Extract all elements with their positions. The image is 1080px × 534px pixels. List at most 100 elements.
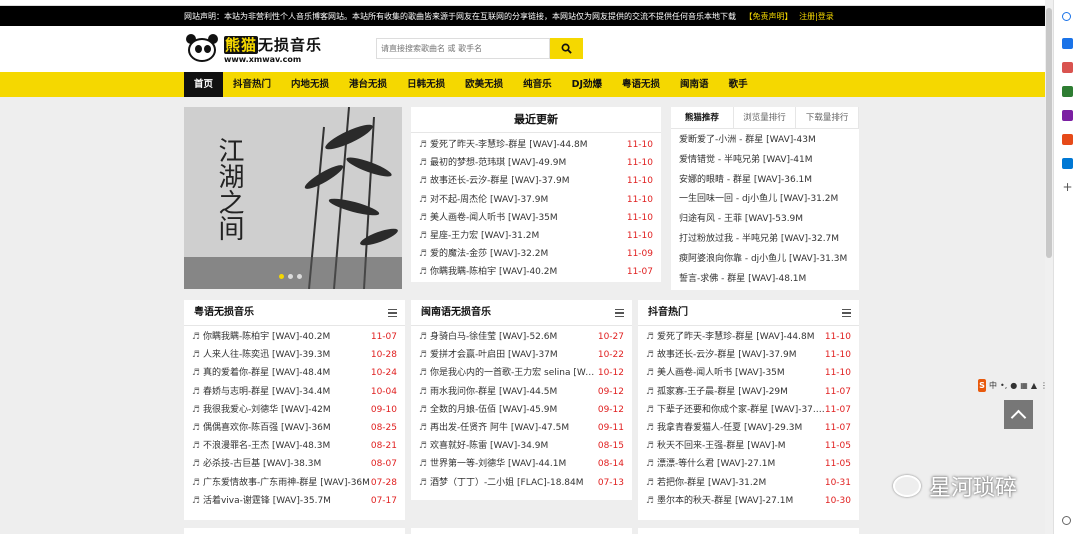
list-item[interactable]: 你是我心内的一首歌-王力宏 selina [WAV]-28M10-12 xyxy=(411,364,632,382)
list-item[interactable]: 孤家寡-王子晨-群星 [WAV]-29M 11-07 xyxy=(638,383,859,401)
list-item[interactable]: 誓言-求佛 - 群星 [WAV]-48.1M xyxy=(671,270,859,290)
carousel[interactable]: 江湖之间 xyxy=(184,107,402,289)
song-title[interactable]: 墨尔本的秋天-群星 [WAV]-27.1M xyxy=(646,492,793,510)
song-title[interactable]: 爱死了昨天-李慧珍-群星 [WAV]-44.8M xyxy=(646,328,815,346)
add-icon[interactable]: + xyxy=(1062,181,1073,193)
nav-item[interactable]: 港台无损 xyxy=(339,72,397,97)
list-item[interactable]: 爱死了昨天-李慧珍-群星 [WAV]-44.8M 11-10 xyxy=(411,136,661,154)
song-title[interactable]: 最初的梦想-范玮琪 [WAV]-49.9M xyxy=(419,154,566,172)
list-item[interactable]: 美人画卷-闻人听书 [WAV]-35M 11-10 xyxy=(638,364,859,382)
list-item[interactable]: 世界第一等-刘德华 [WAV]-44.1M 08-14 xyxy=(411,455,632,473)
list-item[interactable]: 对不起-周杰伦 [WAV]-37.9M 11-10 xyxy=(411,191,661,209)
skin-icon[interactable]: ▲ xyxy=(1031,381,1037,390)
song-title[interactable]: 全数的月娘-伍佰 [WAV]-45.9M xyxy=(419,401,557,419)
nav-item[interactable]: 纯音乐 xyxy=(513,72,562,97)
list-item[interactable]: 美人画卷-闻人听书 [WAV]-35M 11-10 xyxy=(411,209,661,227)
song-title[interactable]: 你是我心内的一首歌-王力宏 selina [WAV]-28M xyxy=(419,364,598,382)
list-item[interactable]: 我拿青春爱猫人-任夏 [WAV]-29.3M 11-07 xyxy=(638,419,859,437)
games-icon[interactable] xyxy=(1062,86,1073,97)
outlook-icon[interactable] xyxy=(1062,158,1073,169)
song-title[interactable]: 不浪漫罪名-王杰 [WAV]-48.3M xyxy=(192,437,330,455)
list-item[interactable]: 身骑白马-徐佳莹 [WAV]-52.6M 10-27 xyxy=(411,328,632,346)
menu-icon[interactable] xyxy=(388,309,397,317)
song-title[interactable]: 真的爱着你-群星 [WAV]-48.4M xyxy=(192,364,330,382)
scroll-thumb[interactable] xyxy=(1046,8,1052,258)
nav-item[interactable]: 歌手 xyxy=(719,72,758,97)
site-logo[interactable]: 熊猫无损音乐 www.xmwav.com xyxy=(184,32,324,66)
list-item[interactable]: 一生回味一回 - dj小鱼儿 [WAV]-31.2M xyxy=(671,190,859,210)
song-title[interactable]: 爱的魔法-金莎 [WAV]-32.2M xyxy=(419,245,548,263)
song-title[interactable]: 故事还长-云汐-群星 [WAV]-37.9M xyxy=(646,346,797,364)
song-title[interactable]: 秋天不回来-王强-群星 [WAV]-M xyxy=(646,437,786,455)
login-link[interactable]: 注册|登录 xyxy=(799,12,834,21)
song-title[interactable]: 世界第一等-刘德华 [WAV]-44.1M xyxy=(419,455,566,473)
list-item[interactable]: 雨水我问你-群星 [WAV]-44.5M 09-12 xyxy=(411,383,632,401)
song-title[interactable]: 我很我爱心-刘德华 [WAV]-42M xyxy=(192,401,331,419)
rank-tab[interactable]: 下载量排行 xyxy=(796,107,860,128)
list-item[interactable]: 活着viva-谢霆锋 [WAV]-35.7M 07-17 xyxy=(184,492,405,510)
list-item[interactable]: 我很我爱心-刘德华 [WAV]-42M 09-10 xyxy=(184,401,405,419)
mic-icon[interactable]: ● xyxy=(1010,381,1017,390)
list-item[interactable]: 你瞒我瞒-陈柏宇 [WAV]-40.2M 11-07 xyxy=(411,263,661,281)
list-item[interactable]: 瘐阿婆浪向你靠 - dj小鱼儿 [WAV]-31.3M xyxy=(671,250,859,270)
carousel-dots[interactable] xyxy=(279,274,302,279)
nav-item[interactable]: 首页 xyxy=(184,72,224,97)
list-item[interactable]: 再出发-任贤齐 阿牛 [WAV]-47.5M 09-11 xyxy=(411,419,632,437)
list-item[interactable]: 故事还长-云汐-群星 [WAV]-37.9M 11-10 xyxy=(411,172,661,190)
menu-icon[interactable] xyxy=(615,309,624,317)
song-title[interactable]: 春娇与志明-群星 [WAV]-34.4M xyxy=(192,383,330,401)
song-title[interactable]: 偶偶喜欢你-陈百强 [WAV]-36M xyxy=(192,419,331,437)
nav-item[interactable]: 抖音热门 xyxy=(223,72,281,97)
search-button[interactable] xyxy=(550,38,583,59)
song-title[interactable]: 星座-王力宏 [WAV]-31.2M xyxy=(419,227,539,245)
list-item[interactable]: 欢喜就好-陈雷 [WAV]-34.9M 08-15 xyxy=(411,437,632,455)
song-title[interactable]: 爱死了昨天-李慧珍-群星 [WAV]-44.8M xyxy=(419,136,588,154)
song-title[interactable]: 活着viva-谢霆锋 [WAV]-35.7M xyxy=(192,492,331,510)
song-title[interactable]: 爱拼才会赢-叶启田 [WAV]-37M xyxy=(419,346,558,364)
nav-item[interactable]: 内地无损 xyxy=(281,72,339,97)
list-item[interactable]: 打过粉放过我 - 半吨兄弟 [WAV]-32.7M xyxy=(671,230,859,250)
sogou-icon[interactable]: S xyxy=(978,378,987,392)
list-item[interactable]: 人来人往-陈奕迅 [WAV]-39.3M 10-28 xyxy=(184,346,405,364)
nav-item[interactable]: 欧美无损 xyxy=(455,72,513,97)
list-item[interactable]: 最初的梦想-范玮琪 [WAV]-49.9M 11-10 xyxy=(411,154,661,172)
song-title[interactable]: 雨水我问你-群星 [WAV]-44.5M xyxy=(419,383,557,401)
list-item[interactable]: 故事还长-云汐-群星 [WAV]-37.9M 11-10 xyxy=(638,346,859,364)
song-title[interactable]: 孤家寡-王子晨-群星 [WAV]-29M xyxy=(646,383,788,401)
song-title[interactable]: 你瞒我瞒-陈柏宇 [WAV]-40.2M xyxy=(419,263,557,281)
disclaimer-link[interactable]: 【免责声明】 xyxy=(745,12,793,21)
song-title[interactable]: 欢喜就好-陈雷 [WAV]-34.9M xyxy=(419,437,548,455)
song-title[interactable]: 若把你-群星 [WAV]-31.2M xyxy=(646,474,766,492)
song-title[interactable]: 人来人往-陈奕迅 [WAV]-39.3M xyxy=(192,346,330,364)
list-item[interactable]: 真的爱着你-群星 [WAV]-48.4M 10-24 xyxy=(184,364,405,382)
tools-icon[interactable]: ⋮ xyxy=(1040,381,1048,390)
song-title[interactable]: 你瞒我瞒-陈柏宇 [WAV]-40.2M xyxy=(192,328,330,346)
list-item[interactable]: 归途有风 - 王菲 [WAV]-53.9M xyxy=(671,210,859,230)
list-item[interactable]: 漂漂-等什么君 [WAV]-27.1M 11-05 xyxy=(638,455,859,473)
song-title[interactable]: 必杀技-古巨基 [WAV]-38.3M xyxy=(192,455,321,473)
list-item[interactable]: 酒梦（丁丁）-二小姐 [FLAC]-18.84M 07-13 xyxy=(411,474,632,492)
office-icon[interactable] xyxy=(1062,134,1073,145)
page-scrollbar[interactable] xyxy=(1045,0,1053,534)
list-item[interactable]: 爱拼才会赢-叶启田 [WAV]-37M 10-22 xyxy=(411,346,632,364)
list-item[interactable]: 若把你-群星 [WAV]-31.2M 10-31 xyxy=(638,474,859,492)
song-title[interactable]: 对不起-周杰伦 [WAV]-37.9M xyxy=(419,191,548,209)
list-item[interactable]: 星座-王力宏 [WAV]-31.2M 11-10 xyxy=(411,227,661,245)
song-title[interactable]: 我拿青春爱猫人-任夏 [WAV]-29.3M xyxy=(646,419,802,437)
list-item[interactable]: 不浪漫罪名-王杰 [WAV]-48.3M 08-21 xyxy=(184,437,405,455)
search-input[interactable] xyxy=(376,38,550,59)
settings-icon[interactable] xyxy=(1062,516,1071,525)
list-item[interactable]: 你瞒我瞒-陈柏宇 [WAV]-40.2M 11-07 xyxy=(184,328,405,346)
search-icon[interactable] xyxy=(1062,12,1071,21)
list-item[interactable]: 爱情错觉 - 半吨兄弟 [WAV]-41M xyxy=(671,151,859,171)
song-title[interactable]: 下辈子还要和你成个家-群星 [WAV]-37.5M xyxy=(646,401,825,419)
list-item[interactable]: 全数的月娘-伍佰 [WAV]-45.9M 09-12 xyxy=(411,401,632,419)
list-item[interactable]: 秋天不回来-王强-群星 [WAV]-M 11-05 xyxy=(638,437,859,455)
rank-tab[interactable]: 熊猫推荐 xyxy=(671,107,734,128)
song-title[interactable]: 酒梦（丁丁）-二小姐 [FLAC]-18.84M xyxy=(419,474,584,492)
song-title[interactable]: 故事还长-云汐-群星 [WAV]-37.9M xyxy=(419,172,570,190)
ime-mode[interactable]: 中 xyxy=(989,380,997,391)
list-item[interactable]: 爱死了昨天-李慧珍-群星 [WAV]-44.8M 11-10 xyxy=(638,328,859,346)
punctuation-icon[interactable]: •, xyxy=(1000,381,1007,390)
song-title[interactable]: 漂漂-等什么君 [WAV]-27.1M xyxy=(646,455,775,473)
